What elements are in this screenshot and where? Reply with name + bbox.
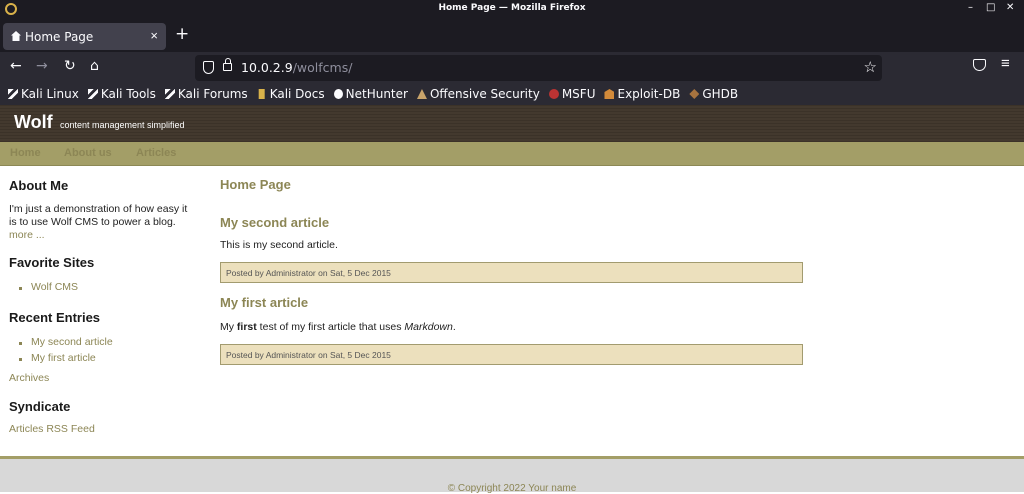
tab-close-icon[interactable]: ×	[150, 28, 158, 43]
site-slogan: content management simplified	[60, 120, 185, 130]
home-favicon-icon	[11, 31, 21, 41]
bookmark-msfu[interactable]: MSFU	[548, 87, 596, 101]
back-button[interactable]: ←	[10, 58, 22, 74]
kali-dragon-icon	[8, 89, 18, 99]
tab-label: Home Page	[25, 30, 94, 44]
web-page: Wolf content management simplified Home …	[0, 105, 1024, 494]
bookmark-kali-forums[interactable]: Kali Forums	[164, 87, 248, 101]
about-me-text: I'm just a demonstration of how easy it …	[9, 203, 194, 242]
forward-button[interactable]: →	[36, 58, 48, 74]
doc-icon	[258, 89, 265, 99]
url-host: 10.0.2.9	[241, 60, 293, 75]
nethunter-icon	[333, 89, 343, 99]
app-menu-button[interactable]: ≡	[1001, 55, 1010, 72]
site-header: Wolf content management simplified	[0, 105, 1024, 142]
home-button[interactable]: ⌂	[90, 58, 99, 74]
article-body: My first test of my first article that u…	[220, 321, 456, 333]
tab-strip: Home Page ×	[0, 20, 1024, 52]
tab-home-page[interactable]: Home Page ×	[3, 23, 166, 50]
bookmark-nethunter[interactable]: NetHunter	[333, 87, 408, 101]
bookmark-kali-docs[interactable]: Kali Docs	[257, 87, 325, 101]
syndicate-heading: Syndicate	[9, 399, 71, 414]
bookmark-star-icon[interactable]: ☆	[864, 58, 877, 76]
body-text: .	[452, 321, 456, 333]
tracking-protection-icon[interactable]	[203, 61, 214, 74]
new-tab-button[interactable]: +	[175, 24, 189, 44]
kali-dragon-icon	[164, 89, 175, 99]
about-me-heading: About Me	[9, 178, 69, 193]
nav-home-link[interactable]: Home	[10, 147, 41, 159]
body-bold-text: first	[236, 321, 257, 333]
bookmark-label: Kali Tools	[100, 87, 156, 101]
recent-second-article-link[interactable]: My second article	[31, 336, 113, 348]
window-titlebar: Home Page — Mozilla Firefox – □ ✕	[0, 0, 1024, 20]
site-navigation: Home About us Articles	[0, 142, 1024, 166]
reload-button[interactable]: ↻	[64, 58, 76, 74]
lock-icon[interactable]	[223, 58, 232, 71]
bookmarks-toolbar: Kali Linux Kali Tools Kali Forums Kali D…	[0, 83, 1024, 105]
close-window-button[interactable]: ✕	[1006, 2, 1014, 13]
maximize-button[interactable]: □	[986, 2, 995, 13]
recent-entries-heading: Recent Entries	[9, 310, 101, 325]
offsec-icon	[416, 89, 427, 99]
site-footer: © Copyright 2022 Your name	[0, 456, 1024, 494]
window-title: Home Page — Mozilla Firefox	[438, 3, 586, 13]
exploitdb-icon	[604, 89, 615, 99]
url-path: /wolfcms/	[292, 60, 353, 75]
favorite-sites-heading: Favorite Sites	[9, 255, 95, 270]
nav-articles-link[interactable]: Articles	[136, 147, 176, 159]
bookmark-offensive-security[interactable]: Offensive Security	[416, 87, 540, 101]
bookmark-label: Kali Linux	[21, 87, 79, 101]
body-text: test of my first article that uses	[256, 321, 405, 333]
bookmark-label: Kali Forums	[177, 87, 248, 101]
url-bar[interactable]: 10.0.2.9/wolfcms/ ☆	[195, 55, 882, 81]
bookmark-label: GHDB	[702, 87, 739, 101]
msfu-icon	[548, 89, 559, 99]
footer-copyright: © Copyright 2022 Your name	[447, 483, 577, 494]
bookmark-label: Offensive Security	[429, 87, 540, 101]
bookmark-label: NetHunter	[345, 87, 408, 101]
about-me-description: I'm just a demonstration of how easy it …	[9, 203, 188, 228]
minimize-button[interactable]: –	[968, 2, 973, 13]
recent-first-article-link[interactable]: My first article	[31, 352, 96, 364]
ghdb-icon	[689, 89, 700, 99]
body-text: My	[220, 321, 237, 333]
kali-dragon-icon	[87, 89, 98, 99]
rss-feed-link[interactable]: Articles RSS Feed	[9, 423, 95, 435]
bookmark-ghdb[interactable]: GHDB	[689, 87, 738, 101]
bookmark-label: MSFU	[561, 87, 596, 101]
list-bullet	[19, 342, 22, 345]
bookmark-exploit-db[interactable]: Exploit-DB	[604, 87, 680, 101]
article-info: Posted by Administrator on Sat, 5 Dec 20…	[220, 262, 803, 283]
bookmark-label: Kali Docs	[269, 87, 325, 101]
favorite-wolf-cms-link[interactable]: Wolf CMS	[31, 281, 78, 293]
bookmark-kali-tools[interactable]: Kali Tools	[87, 87, 156, 101]
site-name[interactable]: Wolf	[14, 112, 53, 133]
body-italic-text: Markdown	[404, 321, 453, 333]
article-title-link[interactable]: My first article	[220, 295, 308, 310]
article-body: This is my second article.	[220, 239, 338, 251]
bookmark-label: Exploit-DB	[617, 87, 681, 101]
page-title: Home Page	[220, 177, 291, 192]
nav-about-us-link[interactable]: About us	[64, 147, 112, 159]
list-bullet	[19, 358, 22, 361]
article-info: Posted by Administrator on Sat, 5 Dec 20…	[220, 344, 803, 365]
about-more-link[interactable]: more ...	[9, 229, 45, 241]
article-title-link[interactable]: My second article	[220, 215, 329, 230]
list-bullet	[19, 287, 22, 290]
url-text[interactable]: 10.0.2.9/wolfcms/	[241, 60, 352, 75]
bookmark-kali-linux[interactable]: Kali Linux	[8, 87, 79, 101]
archives-link[interactable]: Archives	[9, 372, 49, 384]
